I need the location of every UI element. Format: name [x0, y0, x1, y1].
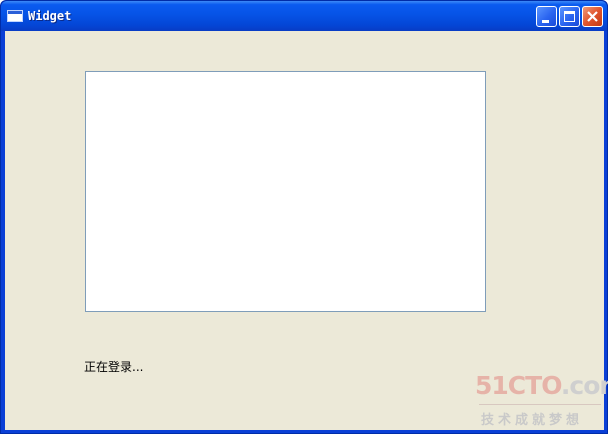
watermark-brand-prefix: 51CTO: [475, 371, 562, 400]
minimize-button[interactable]: [536, 6, 557, 27]
title-bar[interactable]: Widget: [1, 1, 607, 31]
login-status-label: 正在登录...: [84, 360, 144, 374]
watermark: 51CTO.com 技术成就梦想: [475, 371, 608, 431]
content-frame: [85, 71, 486, 312]
window-title: Widget: [28, 9, 72, 23]
maximize-icon: [564, 11, 575, 22]
watermark-brand-suffix: .com: [560, 371, 608, 400]
window-app-icon[interactable]: [7, 10, 23, 22]
close-button[interactable]: [582, 6, 603, 27]
watermark-divider: [479, 404, 601, 405]
watermark-tagline: 技术成就梦想: [481, 413, 584, 428]
client-area: 正在登录... 51CTO.com 技术成就梦想: [5, 31, 608, 431]
maximize-button[interactable]: [559, 6, 580, 27]
watermark-brand: 51CTO.com: [475, 371, 608, 400]
minimize-icon: [542, 20, 549, 23]
app-window: Widget 正在登录... 51CTO.com 技术成就梦想: [0, 0, 608, 434]
close-icon: [587, 11, 598, 22]
